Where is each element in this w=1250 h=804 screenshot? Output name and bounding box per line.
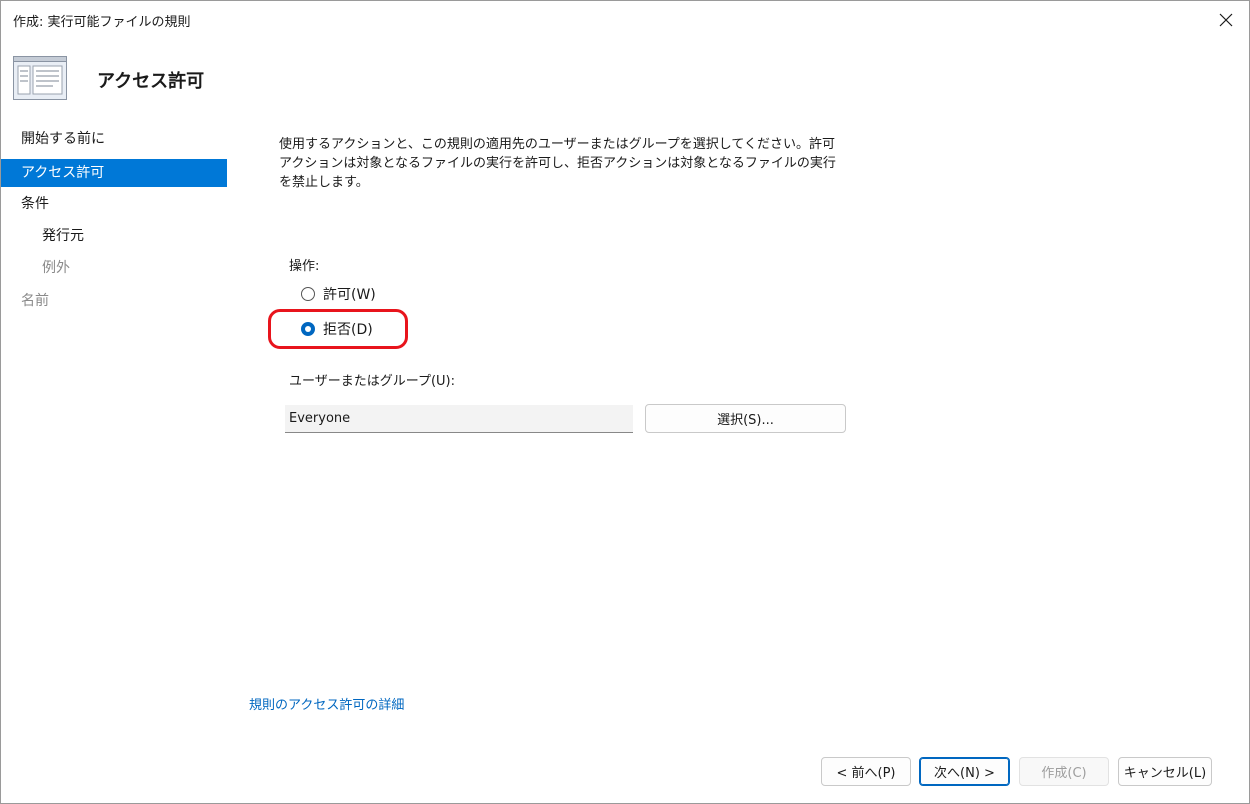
- main-content: 使用するアクションと、この規則の適用先のユーザーまたはグループを選択してください…: [227, 121, 1249, 803]
- step-exceptions: 例外: [42, 260, 70, 276]
- deny-radio[interactable]: [301, 322, 315, 336]
- rule-document-icon: [13, 56, 67, 100]
- close-button[interactable]: [1203, 1, 1249, 39]
- step-before-you-begin[interactable]: 開始する前に: [1, 125, 227, 153]
- step-name: 名前: [21, 293, 49, 309]
- close-icon: [1219, 13, 1233, 27]
- allow-radio-option[interactable]: 許可(W): [301, 283, 376, 305]
- permissions-details-link[interactable]: 規則のアクセス許可の詳細: [249, 694, 404, 713]
- page-header: アクセス許可: [1, 39, 1249, 121]
- action-label: 操作:: [289, 259, 320, 274]
- cancel-button[interactable]: キャンセル(L): [1118, 757, 1212, 786]
- user-group-label: ユーザーまたはグループ(U):: [289, 374, 455, 389]
- deny-radio-option[interactable]: 拒否(D): [301, 318, 373, 340]
- select-button[interactable]: 選択(S)...: [645, 404, 846, 433]
- window-title: 作成: 実行可能ファイルの規則: [13, 15, 191, 30]
- next-button[interactable]: 次へ(N) >: [919, 757, 1010, 786]
- instructions-text: 使用するアクションと、この規則の適用先のユーザーまたはグループを選択してください…: [279, 137, 836, 190]
- deny-radio-label: 拒否(D): [323, 322, 373, 338]
- step-conditions[interactable]: 条件: [1, 190, 227, 218]
- page-title: アクセス許可: [97, 71, 205, 92]
- step-permissions[interactable]: アクセス許可: [1, 159, 227, 187]
- wizard-steps-sidebar: 開始する前に アクセス許可 条件 発行元 例外 名前: [1, 121, 227, 401]
- allow-radio-label: 許可(W): [323, 287, 376, 303]
- title-bar: 作成: 実行可能ファイルの規則: [1, 1, 1249, 39]
- user-group-field[interactable]: [285, 405, 633, 433]
- allow-radio[interactable]: [301, 287, 315, 301]
- create-button: 作成(C): [1019, 757, 1109, 786]
- back-button[interactable]: < 前へ(P): [821, 757, 911, 786]
- step-publisher[interactable]: 発行元: [1, 222, 227, 250]
- wizard-window: 作成: 実行可能ファイルの規則 アクセス許可 開始する前に アクセス許可 条件 …: [0, 0, 1250, 804]
